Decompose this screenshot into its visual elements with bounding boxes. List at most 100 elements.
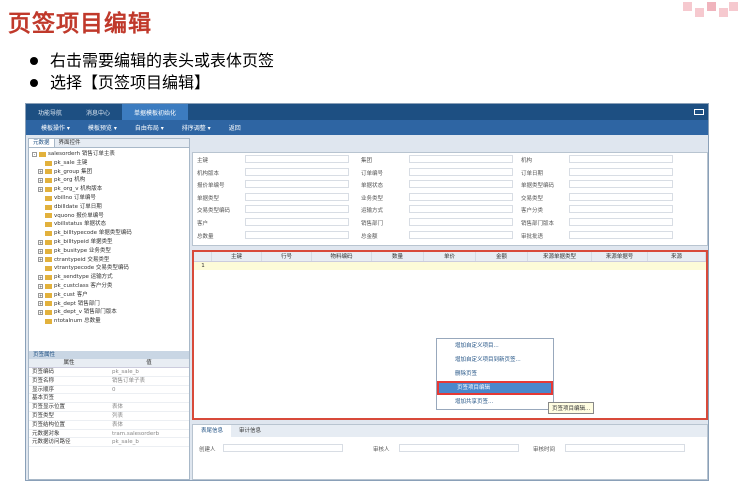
- expand-icon[interactable]: +: [38, 275, 43, 281]
- form-input[interactable]: [409, 180, 513, 189]
- menu-template-ops[interactable]: 模板操作 ▾: [32, 123, 79, 132]
- expand-icon[interactable]: +: [38, 310, 43, 316]
- column-header[interactable]: 物料编码: [312, 252, 372, 261]
- tree-node[interactable]: pk_sale 主键: [32, 159, 186, 168]
- form-input[interactable]: [409, 192, 513, 201]
- property-row[interactable]: 页签名称 销售订单子表: [29, 377, 189, 386]
- column-header[interactable]: 来源单据类型: [528, 252, 592, 261]
- audit-time-field[interactable]: [565, 444, 685, 452]
- column-header[interactable]: 来源: [648, 252, 706, 261]
- column-header[interactable]: 金额: [476, 252, 528, 261]
- property-row[interactable]: 元数据对象 tram.salesorderb: [29, 430, 189, 439]
- tree-node[interactable]: + pk_cust 客户: [32, 291, 186, 300]
- tree-node[interactable]: - salesorderh 销售订单主表: [32, 150, 186, 159]
- expand-icon[interactable]: -: [32, 151, 37, 157]
- property-row[interactable]: 基本页签: [29, 394, 189, 404]
- tree-node[interactable]: dbilldate 订单日期: [32, 203, 186, 212]
- expand-icon[interactable]: +: [38, 178, 43, 184]
- tab-nav[interactable]: 功能导航: [26, 104, 74, 120]
- tree-node[interactable]: + pk_sendtype 运输方式: [32, 273, 186, 282]
- property-row[interactable]: 显示顺序 0: [29, 386, 189, 395]
- property-row[interactable]: 页签显示位置 表体: [29, 403, 189, 412]
- menu-template-preview[interactable]: 模板预览 ▾: [79, 123, 126, 132]
- property-row[interactable]: 元数据访问路径 pk_sale_b: [29, 438, 189, 448]
- menu-sort-adjust[interactable]: 排序调整 ▾: [173, 123, 220, 132]
- tree-node[interactable]: pk_billtypecode 单据类型编码: [32, 229, 186, 238]
- tree-node[interactable]: vtrantypecode 交易类型编码: [32, 264, 186, 273]
- menu-item[interactable]: 增加自定义项目...: [437, 339, 553, 353]
- property-row[interactable]: 页签编码 pk_sale_b: [29, 368, 189, 377]
- property-row[interactable]: 页签类型 列表: [29, 412, 189, 421]
- menu-item-edit-tab-items[interactable]: 页签项目编辑: [437, 381, 553, 395]
- tree-node[interactable]: + pk_org 机构: [32, 176, 186, 185]
- column-header[interactable]: 行号: [262, 252, 312, 261]
- tree-node-label: pk_org 机构: [54, 177, 86, 184]
- column-header[interactable]: 单价: [424, 252, 476, 261]
- tree-node[interactable]: + pk_dept_v 销售部门版本: [32, 308, 186, 317]
- expand-icon[interactable]: +: [38, 187, 43, 193]
- property-value: 销售订单子表: [112, 377, 146, 384]
- tree-node[interactable]: + pk_custclass 客户分类: [32, 282, 186, 291]
- tab-ui-controls[interactable]: 界面控件: [55, 139, 85, 147]
- bullet-item: 选择【页签项目编辑】: [30, 72, 274, 94]
- form-input[interactable]: [245, 192, 349, 201]
- form-input[interactable]: [245, 230, 349, 239]
- expand-icon[interactable]: +: [38, 257, 43, 263]
- window-icon[interactable]: [690, 104, 708, 120]
- column-header[interactable]: [194, 252, 212, 261]
- expand-icon[interactable]: +: [38, 301, 43, 307]
- form-input[interactable]: [409, 218, 513, 226]
- tab-messages[interactable]: 消息中心: [74, 104, 122, 120]
- form-input[interactable]: [245, 218, 349, 226]
- tree-node[interactable]: + pk_group 集团: [32, 168, 186, 177]
- form-input[interactable]: [569, 167, 673, 176]
- menu-free-layout[interactable]: 自由布局 ▾: [126, 123, 173, 132]
- table-row[interactable]: 1: [194, 262, 706, 270]
- tree-node[interactable]: + pk_dept 销售部门: [32, 300, 186, 309]
- body-grid[interactable]: 主键 行号 物料编码 数量 单价 金额 来源单据类型 来源单据号 来源 1 增加自定义项目...…: [192, 250, 708, 420]
- form-input[interactable]: [409, 230, 513, 239]
- form-input[interactable]: [409, 167, 513, 176]
- column-header[interactable]: 主键: [212, 252, 262, 261]
- tree-node[interactable]: + pk_org_v 机构版本: [32, 185, 186, 194]
- tree-node[interactable]: ntotalnum 总数量: [32, 317, 186, 326]
- column-header[interactable]: 数量: [372, 252, 424, 261]
- expand-icon[interactable]: +: [38, 239, 43, 245]
- tab-footer-info[interactable]: 表尾信息: [193, 425, 232, 437]
- form-input[interactable]: [409, 205, 513, 214]
- form-input[interactable]: [569, 230, 673, 239]
- tree-node[interactable]: + pk_busitype 业务类型: [32, 247, 186, 256]
- form-input[interactable]: [245, 167, 349, 176]
- form-input[interactable]: [569, 155, 673, 163]
- menu-item[interactable]: 增加自定义项目到新页签...: [437, 353, 553, 367]
- tree-node[interactable]: vbillno 订单编号: [32, 194, 186, 203]
- form-input[interactable]: [569, 192, 673, 201]
- expand-icon[interactable]: +: [38, 169, 43, 175]
- form-input[interactable]: [569, 180, 673, 189]
- property-row[interactable]: 页签结构位置 表体: [29, 421, 189, 430]
- tab-audit-info[interactable]: 审计信息: [231, 425, 269, 437]
- form-input[interactable]: [245, 155, 349, 163]
- form-input[interactable]: [245, 180, 349, 189]
- form-input[interactable]: [569, 218, 673, 226]
- field-icon: [45, 160, 52, 166]
- tab-metadata[interactable]: 元数据: [29, 139, 55, 147]
- properties-header: 页签属性: [29, 351, 189, 359]
- menu-item[interactable]: 删除页签: [437, 367, 553, 381]
- tree-node[interactable]: vbillstatus 单据状态: [32, 220, 186, 229]
- creator-field[interactable]: [223, 444, 343, 452]
- expand-icon[interactable]: +: [38, 248, 43, 254]
- form-input[interactable]: [245, 205, 349, 214]
- auditor-field[interactable]: [399, 444, 519, 452]
- tree-node[interactable]: + ctrantypeid 交易类型: [32, 256, 186, 265]
- menu-item[interactable]: 增加共享页签...: [437, 395, 553, 409]
- column-header[interactable]: 来源单据号: [592, 252, 648, 261]
- tree-node[interactable]: vquono 报价单编号: [32, 212, 186, 221]
- expand-icon[interactable]: +: [38, 292, 43, 298]
- form-input[interactable]: [569, 205, 673, 214]
- expand-icon[interactable]: +: [38, 283, 43, 289]
- form-input[interactable]: [409, 155, 513, 163]
- menu-back[interactable]: 返回: [220, 123, 250, 132]
- tree-node[interactable]: + pk_billtypeid 单据类型: [32, 238, 186, 247]
- tab-template-init[interactable]: 单据模板初始化: [122, 104, 189, 120]
